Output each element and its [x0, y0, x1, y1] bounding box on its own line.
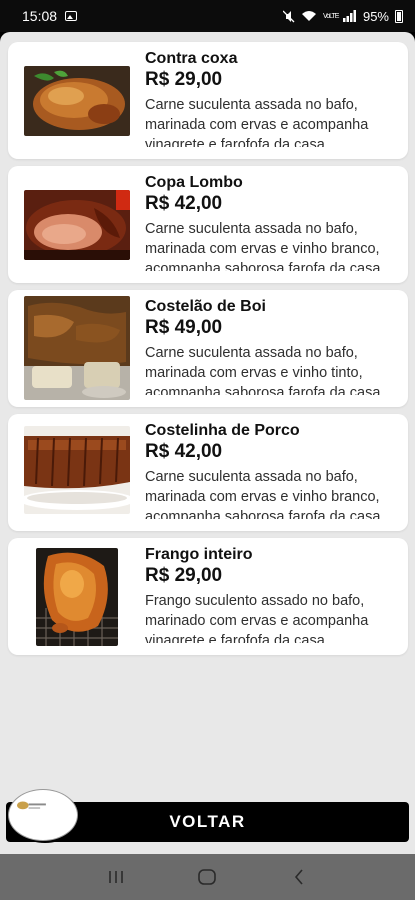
logo-icon: [10, 790, 76, 840]
dish-image-contra-coxa: [24, 66, 130, 136]
dish-price: R$ 49,00: [145, 317, 223, 338]
recent-apps-icon: [109, 871, 123, 883]
dish-name: Costelinha de Porco: [145, 422, 300, 439]
dish-price: R$ 29,00: [145, 69, 223, 90]
dish-name: Frango inteiro: [145, 546, 253, 563]
back-icon: [295, 869, 303, 885]
wifi-icon: [301, 11, 316, 21]
menu-item[interactable]: Frango inteiro R$ 29,00 Frango suculento…: [8, 538, 408, 655]
battery-percent: 95%: [362, 8, 389, 24]
dish-name: Copa Lombo: [145, 174, 243, 191]
status-time: 15:08: [22, 8, 58, 24]
dish-info: Costelinha de Porco R$ 42,00 Carne sucul…: [145, 421, 403, 519]
signal-icon: [342, 10, 356, 22]
dish-image-frango-inteiro: [36, 548, 118, 646]
dish-name: Costelão de Boi: [145, 298, 266, 315]
dish-image-costelinha-de-porco: [24, 426, 130, 514]
dish-description: Carne suculenta assada no bafo, marinada…: [145, 345, 381, 395]
system-nav-bar: [0, 854, 415, 900]
dish-price: R$ 42,00: [145, 441, 223, 462]
battery-icon: [395, 9, 403, 23]
dish-price: R$ 42,00: [145, 193, 223, 214]
network-type: VoLTE: [322, 12, 340, 20]
floating-logo-button[interactable]: [8, 789, 78, 841]
dish-price: R$ 29,00: [145, 565, 223, 586]
menu-item[interactable]: Contra coxa R$ 29,00 Carne suculenta ass…: [8, 42, 408, 159]
dish-name: Contra coxa: [145, 50, 238, 67]
status-right: VoLTE 95%: [282, 8, 403, 24]
dish-description: Carne suculenta assada no bafo, marinada…: [145, 221, 381, 271]
mute-icon: [282, 10, 295, 22]
dish-image-copa-lombo: [24, 190, 130, 260]
app-content: Contra coxa R$ 29,00 Carne suculenta ass…: [0, 32, 415, 854]
recent-apps-button[interactable]: [98, 859, 134, 895]
dish-info: Copa Lombo R$ 42,00 Carne suculenta assa…: [145, 173, 403, 271]
status-bar: 15:08 VoLTE 95%: [0, 0, 415, 32]
dish-description: Carne suculenta assada no bafo, marinada…: [145, 97, 369, 147]
dish-info: Costelão de Boi R$ 49,00 Carne suculenta…: [145, 297, 403, 395]
status-left: 15:08: [22, 8, 78, 24]
dish-info: Frango inteiro R$ 29,00 Frango suculento…: [145, 545, 403, 643]
menu-item[interactable]: Copa Lombo R$ 42,00 Carne suculenta assa…: [8, 166, 408, 283]
menu-item[interactable]: Costelinha de Porco R$ 42,00 Carne sucul…: [8, 414, 408, 531]
back-nav-button[interactable]: [281, 859, 317, 895]
dish-info: Contra coxa R$ 29,00 Carne suculenta ass…: [145, 49, 403, 147]
image-icon: [65, 11, 78, 21]
back-button-label: VOLTAR: [169, 812, 246, 831]
dish-description: Frango suculento assado no bafo, marinad…: [145, 593, 369, 643]
home-button[interactable]: [189, 859, 225, 895]
menu-list: Contra coxa R$ 29,00 Carne suculenta ass…: [8, 42, 408, 662]
dish-description: Carne suculenta assada no bafo, marinada…: [145, 469, 381, 519]
home-icon: [198, 869, 217, 885]
dish-image-costelao-de-boi: [24, 296, 130, 400]
menu-item[interactable]: Costelão de Boi R$ 49,00 Carne suculenta…: [8, 290, 408, 407]
